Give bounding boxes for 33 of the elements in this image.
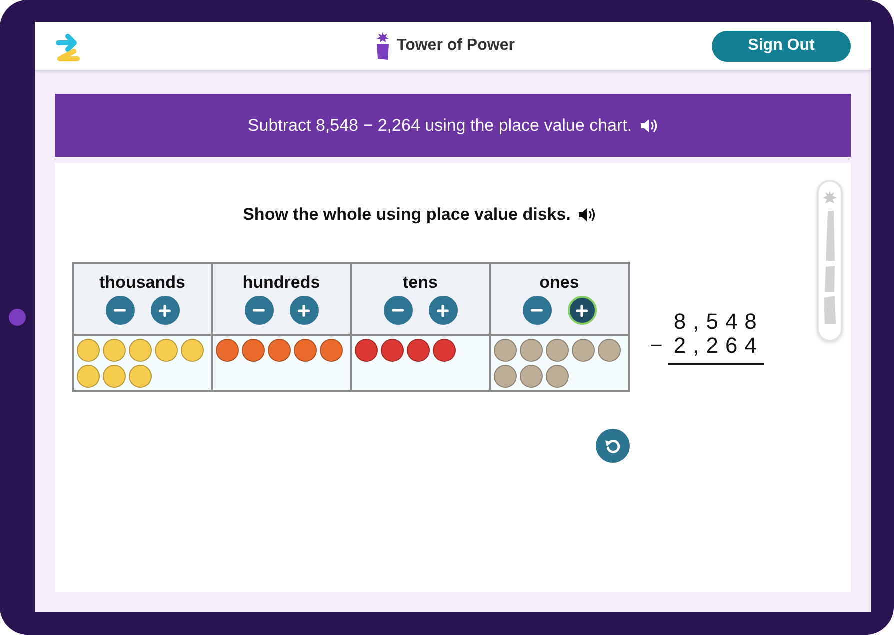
prompt-text: Subtract 8,548 − 2,264 using the place value chart. <box>248 114 632 137</box>
minus-icon <box>114 309 126 312</box>
minus-button[interactable] <box>522 296 552 325</box>
speaker-icon[interactable] <box>578 206 596 223</box>
reset-button[interactable] <box>596 428 630 462</box>
column-heading: thousands <box>100 272 186 294</box>
column-heading: tens <box>403 272 438 294</box>
plus-button[interactable] <box>428 296 458 325</box>
minus-button[interactable] <box>106 296 134 325</box>
plus-icon <box>298 304 310 316</box>
speaker-icon[interactable] <box>640 118 658 134</box>
minus-button[interactable] <box>244 296 274 325</box>
instruction-text: Show the whole using place value disks. <box>243 204 571 226</box>
subtrahend-number: 2,264 <box>674 334 764 358</box>
sign-out-button[interactable]: Sign Out <box>712 30 851 62</box>
column-heading: ones <box>540 272 580 294</box>
minus-button[interactable] <box>384 296 412 325</box>
minus-icon <box>531 309 543 312</box>
plus-button[interactable] <box>568 296 596 325</box>
minuend-number: 8,548 <box>674 310 764 334</box>
tower-icon <box>376 32 390 60</box>
plus-icon <box>576 304 588 316</box>
plus-button[interactable] <box>290 296 318 325</box>
minus-sign: − <box>650 334 663 358</box>
plus-button[interactable] <box>150 296 180 325</box>
home-button[interactable] <box>9 309 26 326</box>
column-heading: hundreds <box>242 272 320 294</box>
minus-icon <box>253 309 265 312</box>
minus-icon <box>392 309 404 312</box>
plus-icon <box>437 304 449 316</box>
circular-arrow-icon <box>605 438 621 454</box>
app-title: Tower of Power <box>397 36 515 56</box>
plus-icon <box>159 304 171 316</box>
